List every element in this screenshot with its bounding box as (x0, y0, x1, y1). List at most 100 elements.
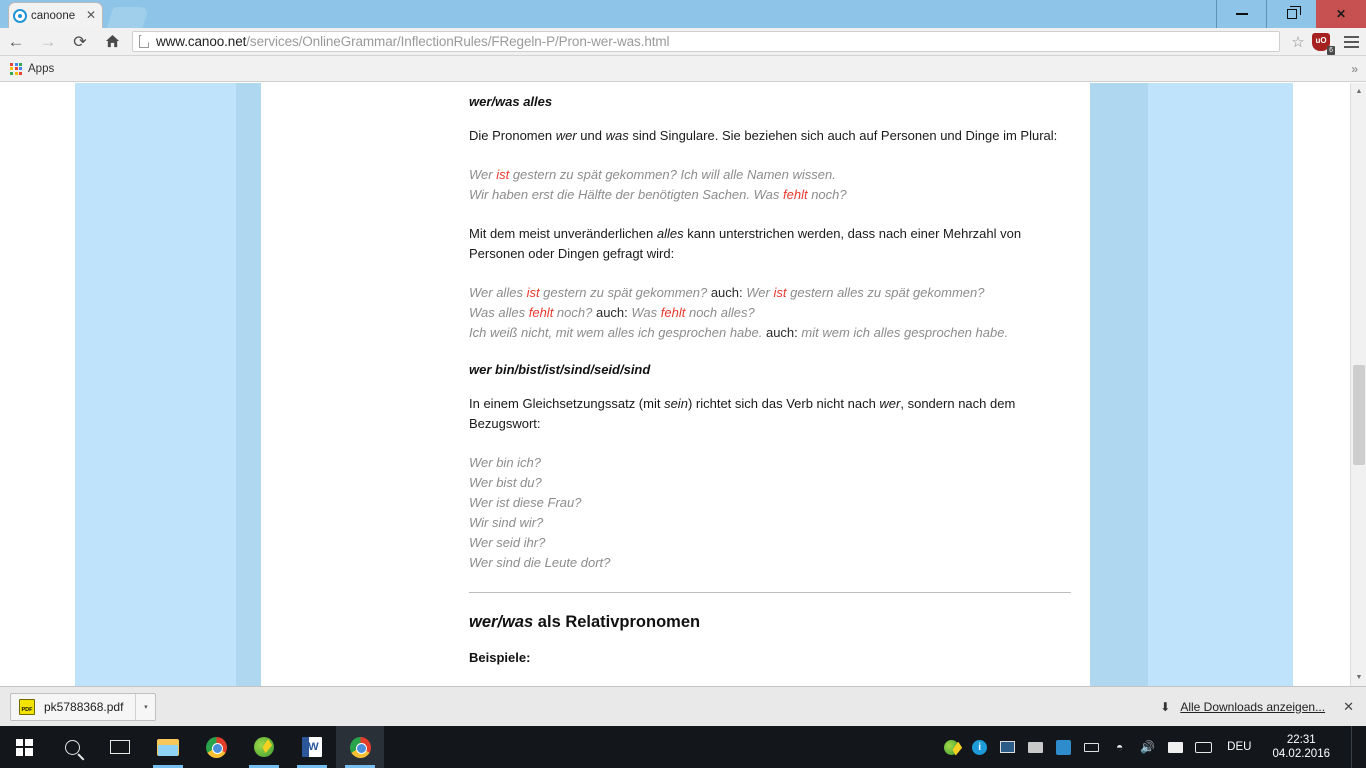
system-tray: i ◓ 🔊 DEU 22:31 04.02.2016 (943, 726, 1366, 768)
url-text: www.canoo.net/services/OnlineGrammar/Inf… (156, 34, 670, 49)
bookmark-star-icon[interactable]: ☆ (1286, 33, 1310, 51)
minimize-icon[interactable] (1216, 0, 1266, 28)
jdownloader-icon (254, 737, 274, 757)
close-icon[interactable]: ✕ (1316, 0, 1366, 28)
example-line: Wer ist gestern zu spät gekommen? Ich wi… (469, 167, 836, 182)
ublock-origin-icon[interactable]: uO 6 (1312, 32, 1335, 55)
windows-taskbar: W i ◓ 🔊 DEU 22:31 04.02.2016 (0, 726, 1366, 768)
bookmarks-overflow-icon[interactable]: » (1351, 62, 1358, 76)
example-line: Was alles fehlt noch? auch: Was fehlt no… (469, 305, 755, 320)
file-explorer-icon (157, 738, 179, 756)
clock-time: 22:31 (1286, 734, 1316, 746)
pdf-file-icon (19, 698, 35, 715)
back-icon[interactable]: ← (0, 28, 32, 56)
chevron-down-icon[interactable]: ▾ (135, 693, 155, 720)
app-tray-icon[interactable] (1055, 739, 1072, 756)
show-desktop-button[interactable] (1351, 726, 1358, 768)
example-block-1: Wer ist gestern zu spät gekommen? Ich wi… (469, 165, 1071, 205)
window-controls: ✕ (1216, 0, 1366, 28)
url-path: /services/OnlineGrammar/InflectionRules/… (246, 34, 670, 49)
ublock-label: uO (1315, 35, 1327, 45)
language-indicator[interactable]: DEU (1223, 741, 1255, 753)
ublock-badge: 6 (1327, 45, 1335, 55)
scroll-down-icon[interactable]: ▼ (1351, 669, 1366, 686)
info-icon[interactable]: i (971, 739, 988, 756)
bookmark-apps-label: Apps (28, 62, 55, 75)
jdownloader-tray-icon[interactable] (943, 739, 960, 756)
example-block-3: Wer bin ich? Wer bist du? Wer ist diese … (469, 453, 1071, 573)
clock[interactable]: 22:31 04.02.2016 (1266, 733, 1340, 761)
bookmarks-bar: Apps » (0, 56, 1366, 82)
notifications-icon[interactable] (1167, 739, 1184, 756)
monitor-icon[interactable] (1027, 739, 1044, 756)
example-line: Wir sind wir? (469, 515, 544, 530)
paragraph-pronomen: Die Pronomen wer und was sind Singulare.… (469, 128, 1058, 143)
example-line: Wer seid ihr? (469, 535, 546, 550)
example-line: Wer ist diese Frau? (469, 495, 582, 510)
wifi-icon[interactable]: ◓ (1111, 739, 1128, 756)
heading-upright-part: als Relativpronomen (533, 613, 701, 631)
windows-start-icon (15, 738, 33, 756)
section-heading-wer-was-alles: wer/was alles (469, 94, 553, 109)
maximize-icon[interactable] (1266, 0, 1316, 28)
vertical-scrollbar[interactable]: ▲ ▼ (1350, 83, 1366, 686)
new-tab-button[interactable] (106, 7, 150, 28)
bookmark-apps[interactable]: Apps (10, 62, 55, 75)
heading-italic-part: wer/was (469, 613, 534, 631)
task-view-button[interactable] (96, 726, 144, 768)
scrollbar-thumb[interactable] (1353, 365, 1365, 465)
hamburger-menu-icon[interactable] (1336, 35, 1366, 48)
chrome-icon (349, 736, 371, 758)
tab-title: canoone (31, 9, 76, 22)
example-line: Ich weiß nicht, mit wem alles ich gespro… (469, 325, 1009, 340)
taskbar-jdownloader[interactable] (240, 726, 288, 768)
search-icon (64, 739, 80, 755)
task-view-icon (110, 740, 130, 754)
paragraph-gleichsetzungssatz: In einem Gleichsetzungssatz (mit sein) r… (469, 396, 1016, 431)
download-file-name: pk5788368.pdf (44, 699, 124, 714)
download-arrow-icon: ⬇ (1160, 699, 1171, 714)
example-line: Wer bin ich? (469, 455, 542, 470)
close-icon[interactable]: ✕ (1335, 699, 1354, 715)
taskbar-word[interactable]: W (288, 726, 336, 768)
browser-window: canoone ✕ ✕ ← → ⟳ www.canoo.net/services… (0, 0, 1366, 686)
reload-icon[interactable]: ⟳ (64, 28, 96, 56)
apps-grid-icon (10, 62, 22, 75)
home-icon[interactable] (96, 28, 128, 56)
page-info-icon[interactable] (139, 35, 149, 48)
example-line: Wer sind die Leute dort? (469, 555, 611, 570)
start-button[interactable] (0, 726, 48, 768)
scroll-up-icon[interactable]: ▲ (1351, 83, 1366, 100)
taskbar-file-explorer[interactable] (144, 726, 192, 768)
close-icon[interactable]: ✕ (84, 8, 98, 23)
section-divider (469, 592, 1071, 593)
navigation-toolbar: ← → ⟳ www.canoo.net/services/OnlineGramm… (0, 28, 1366, 56)
clock-date: 04.02.2016 (1272, 748, 1330, 760)
downloads-shelf-actions: ⬇ Alle Downloads anzeigen... ✕ (1160, 699, 1366, 715)
subheading-beispiele: Beispiele: (469, 650, 531, 665)
address-bar[interactable]: www.canoo.net/services/OnlineGrammar/Inf… (132, 31, 1280, 52)
downloads-shelf: pk5788368.pdf ▾ ⬇ Alle Downloads anzeige… (0, 686, 1366, 726)
canoo-logo-icon (13, 8, 27, 23)
taskbar-chrome-1[interactable] (192, 726, 240, 768)
section-heading-relativpronomen: wer/was als Relativpronomen (469, 613, 1071, 632)
page-content-column: wer/was alles Die Pronomen wer und was s… (261, 83, 1090, 686)
taskbar-search-button[interactable] (48, 726, 96, 768)
article-body: wer/was alles Die Pronomen wer und was s… (469, 94, 1071, 686)
show-all-downloads-link[interactable]: Alle Downloads anzeigen... (1180, 700, 1325, 714)
forward-icon[interactable]: → (32, 28, 64, 56)
example-line: Wir haben erst die Hälfte der benötigten… (469, 187, 847, 202)
example-block-2: Wer alles ist gestern zu spät gekommen? … (469, 283, 1071, 343)
section-heading-wer-bin-bist: wer bin/bist/ist/sind/seid/sind (469, 362, 651, 377)
page-viewport: wer/was alles Die Pronomen wer und was s… (0, 83, 1350, 686)
taskbar-chrome-active[interactable] (336, 726, 384, 768)
keyboard-icon[interactable] (1195, 739, 1213, 756)
network-icon[interactable] (999, 739, 1016, 756)
example-line: Wer bist du? (469, 475, 542, 490)
volume-icon[interactable]: 🔊 (1139, 739, 1156, 756)
browser-tab[interactable]: canoone ✕ (8, 2, 103, 28)
battery-icon[interactable] (1083, 739, 1100, 756)
example-line: Wer alles ist gestern zu spät gekommen? … (469, 285, 985, 300)
paragraph-alles: Mit dem meist unveränderlichen alles kan… (469, 226, 1022, 261)
download-item[interactable]: pk5788368.pdf ▾ (10, 692, 157, 721)
